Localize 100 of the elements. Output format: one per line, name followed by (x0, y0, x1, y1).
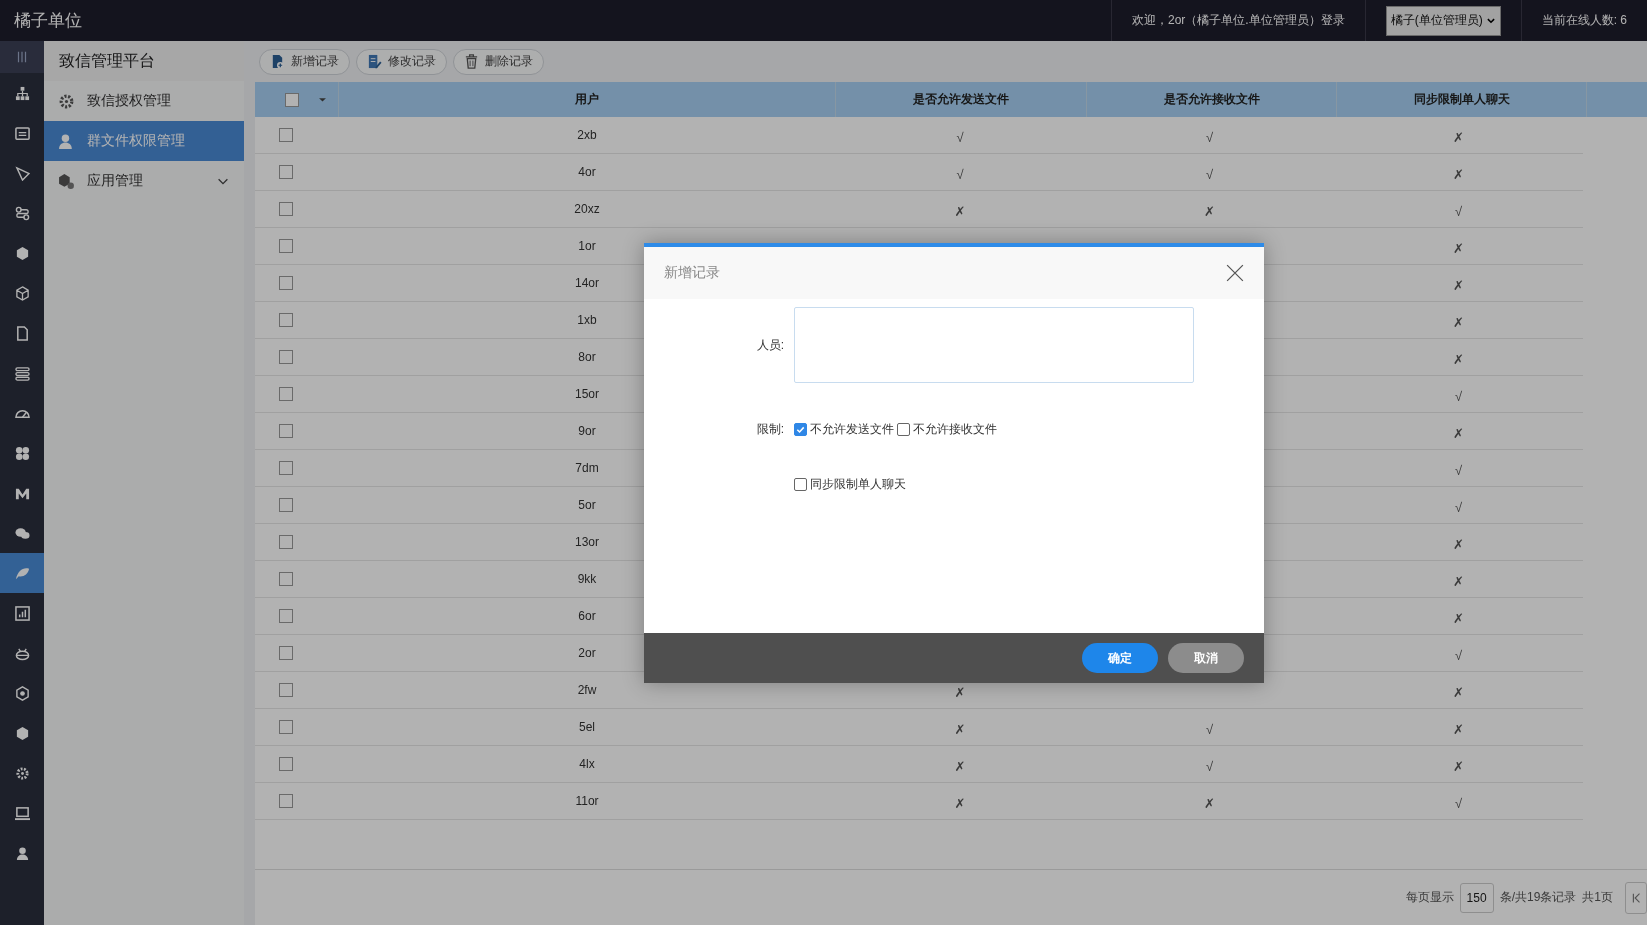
close-icon (1226, 264, 1244, 282)
document-edit-icon (367, 54, 382, 69)
cubes-icon (58, 172, 75, 190)
first-page-button[interactable] (1625, 881, 1647, 914)
row-checkbox[interactable] (279, 350, 293, 364)
user-name: 11or (575, 794, 599, 808)
status-mark: ✗ (1453, 313, 1464, 330)
row-checkbox[interactable] (279, 461, 293, 475)
hexagon-outline-icon (14, 685, 30, 701)
status-mark: ✗ (954, 720, 966, 737)
status-mark: ✗ (1453, 165, 1464, 182)
link-icon (14, 205, 30, 221)
status-mark: √ (1454, 794, 1463, 811)
status-mark: √ (1205, 128, 1214, 145)
select-all-checkbox[interactable] (285, 92, 299, 107)
row-checkbox[interactable] (279, 202, 293, 216)
row-checkbox[interactable] (279, 535, 293, 549)
sidebar-item[interactable]: 应用管理 (44, 161, 244, 201)
laptop-icon (14, 805, 30, 821)
row-checkbox[interactable] (279, 276, 293, 290)
user-name: 4or (578, 165, 596, 179)
status-mark: √ (1205, 165, 1214, 182)
column-header: 是否允许发送文件 (836, 82, 1087, 117)
clover-icon (14, 445, 30, 461)
sidebar-item[interactable]: 致信授权管理 (44, 81, 244, 121)
row-checkbox[interactable] (279, 794, 293, 808)
row-checkbox[interactable] (279, 239, 293, 253)
row-checkbox[interactable] (279, 128, 293, 142)
status-mark: ✗ (954, 202, 966, 219)
close-button[interactable] (1226, 264, 1244, 282)
record-count: 条/共19条记录 (1499, 889, 1577, 906)
row-checkbox[interactable] (279, 683, 293, 697)
row-checkbox[interactable] (279, 498, 293, 512)
status-mark: ✗ (1453, 239, 1464, 256)
toolbar-button[interactable]: 删除记录 (453, 48, 544, 75)
status-mark: √ (1205, 720, 1214, 737)
user-name: 5or (578, 498, 596, 512)
status-mark: ✗ (954, 757, 966, 774)
row-checkbox[interactable] (279, 720, 293, 734)
status-mark: ✗ (1453, 535, 1464, 552)
user-name: 2or (578, 646, 596, 660)
status-mark: √ (1454, 498, 1463, 515)
row-checkbox[interactable] (279, 757, 293, 771)
row-checkbox[interactable] (279, 387, 293, 401)
status-mark: √ (1454, 646, 1463, 663)
user-name: 9kk (577, 572, 597, 586)
row-checkbox[interactable] (279, 646, 293, 660)
dialog-title: 新增记录 (664, 264, 720, 282)
column-header: 用户 (339, 82, 836, 117)
window-icon (14, 125, 30, 141)
toolbar-button[interactable]: 新增记录 (259, 48, 350, 75)
box-icon (14, 725, 30, 741)
row-checkbox[interactable] (279, 313, 293, 327)
menu-icon (15, 50, 29, 64)
cube-icon (14, 285, 30, 301)
status-mark: √ (1454, 461, 1463, 478)
status-mark: √ (956, 128, 964, 145)
checkbox-option[interactable]: 同步限制单人聊天 (794, 476, 906, 493)
field-label: 限制: (755, 421, 785, 438)
triangle-icon (14, 165, 30, 181)
user-name: 2xb (577, 128, 597, 142)
status-mark: ✗ (954, 794, 966, 811)
user-name: 20xz (574, 202, 600, 216)
role-select[interactable]: 橘子(单位管理员) (1385, 5, 1501, 36)
column-header: 同步限制单人聊天 (1337, 82, 1587, 117)
gear-icon (58, 92, 75, 110)
chart-icon (14, 605, 30, 621)
status-mark: ✗ (1453, 609, 1464, 626)
page-size-label: 每页显示 (1405, 889, 1454, 906)
status-mark: ✗ (1453, 757, 1464, 774)
app-title: 橘子单位 (13, 10, 82, 32)
user-name: 2fw (577, 683, 597, 697)
row-checkbox[interactable] (279, 609, 293, 623)
feather-icon (14, 565, 30, 581)
toolbar-button[interactable]: 修改记录 (356, 48, 447, 75)
row-checkbox[interactable] (279, 424, 293, 438)
status-mark: ✗ (1453, 276, 1464, 293)
column-header: 是否允许接收文件 (1087, 82, 1337, 117)
gears-icon (14, 765, 30, 781)
status-mark: ✗ (1453, 128, 1464, 145)
row-checkbox[interactable] (279, 165, 293, 179)
page-count: 共1页 (1582, 889, 1613, 906)
checkbox-option[interactable]: 不允许接收文件 (897, 421, 997, 438)
user-name: 7dm (575, 461, 599, 475)
checkbox-option[interactable]: 不允许发送文件 (794, 421, 894, 438)
user-icon (14, 845, 30, 861)
status-mark: √ (1205, 757, 1214, 774)
chat-icon (14, 525, 30, 541)
user-name: 13or (575, 535, 599, 549)
row-checkbox[interactable] (279, 572, 293, 586)
page-size-field[interactable]: 150 (1459, 882, 1494, 913)
user-name: 4lx (579, 757, 595, 771)
user-name: 1or (578, 239, 596, 253)
user-icon (58, 132, 75, 150)
person-field[interactable] (794, 307, 1194, 383)
status-mark: √ (956, 165, 964, 182)
status-mark: ✗ (1453, 572, 1464, 589)
user-name: 1xb (577, 313, 597, 327)
trash-icon (464, 54, 479, 69)
confirm-button[interactable]: 确定 (1082, 643, 1158, 673)
